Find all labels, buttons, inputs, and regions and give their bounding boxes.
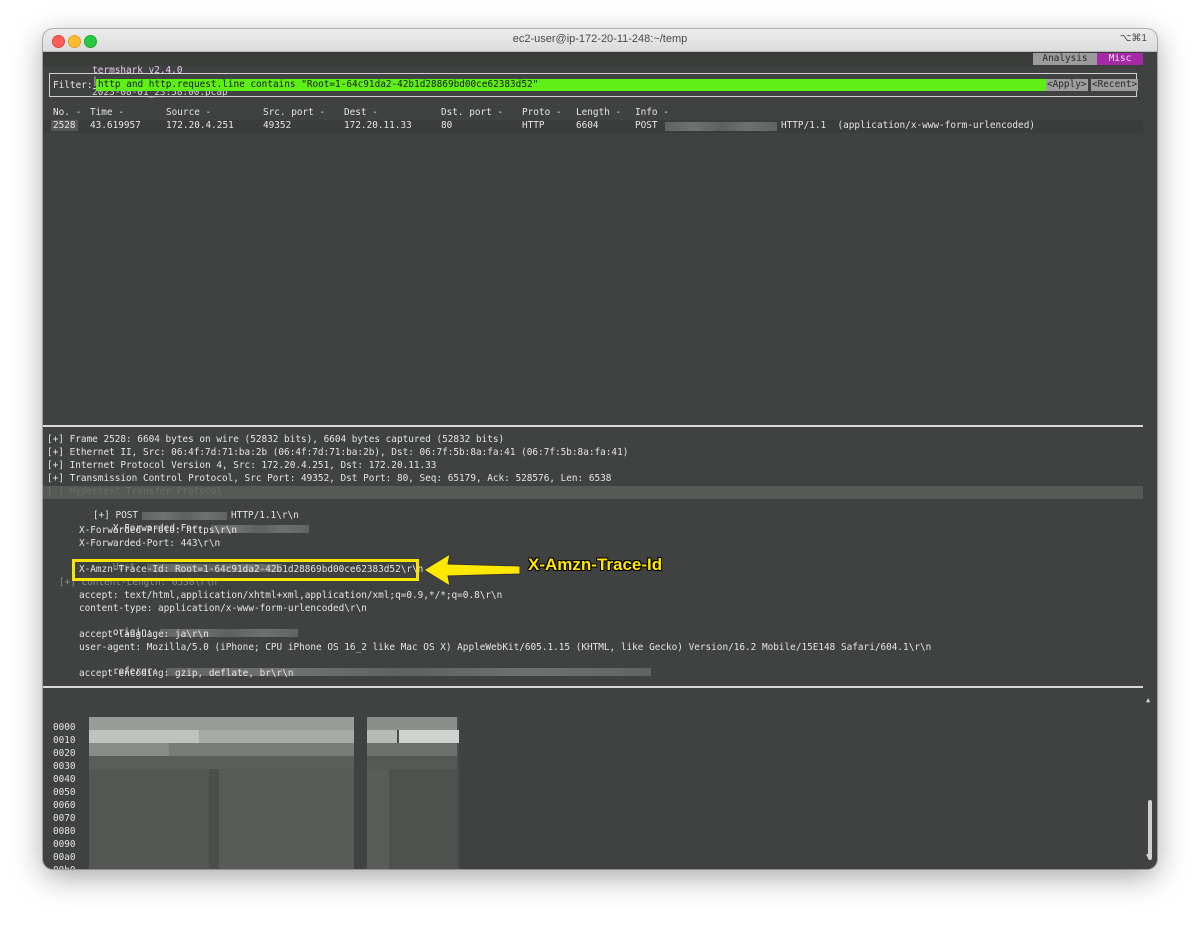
redacted-hex-dump — [89, 717, 459, 869]
detail-accept-language[interactable]: accept-language: ja\r\n — [79, 629, 209, 640]
hex-offset: 0090 — [53, 839, 76, 850]
scrollbar-thumb[interactable] — [1148, 800, 1152, 860]
hex-offsets: 0000 0010 0020 0030 0040 0050 0060 0070 … — [53, 721, 76, 869]
hex-offset: 0000 — [53, 722, 76, 733]
analysis-menu-button[interactable]: Analysis — [1033, 53, 1097, 65]
hex-offset: 0060 — [53, 800, 76, 811]
packet-info-method: POST — [635, 120, 658, 131]
filter-label: Filter: — [53, 80, 93, 91]
packet-row[interactable]: 2528 43.619957 172.20.4.251 49352 172.20… — [43, 120, 1143, 133]
pane-divider-top[interactable] — [43, 425, 1143, 427]
apply-filter-button[interactable]: <Apply> — [1046, 79, 1088, 91]
column-dst-port[interactable]: Dst. port - — [441, 107, 503, 118]
hex-offset: 0050 — [53, 787, 76, 798]
column-src-port[interactable]: Src. port - — [263, 107, 325, 118]
packet-source: 172.20.4.251 — [166, 120, 234, 131]
packet-dest: 172.20.11.33 — [344, 120, 412, 131]
column-dest[interactable]: Dest - — [344, 107, 378, 118]
hex-offset: 00a0 — [53, 852, 76, 863]
termshark-app: termshark v2.4.0 | 2023-08-01_23:58:00.p… — [43, 52, 1147, 869]
column-time[interactable]: Time - — [90, 107, 124, 118]
packet-info-rest: HTTP/1.1 (application/x-www-form-urlenco… — [781, 120, 1035, 131]
hex-offset: 0070 — [53, 813, 76, 824]
detail-tcp[interactable]: [+] Transmission Control Protocol, Src P… — [47, 473, 611, 484]
detail-accept-encoding[interactable]: accept-encoding: gzip, deflate, br\r\n — [79, 668, 293, 679]
hex-offset: 0010 — [53, 735, 76, 746]
redacted-url — [665, 122, 777, 131]
detail-user-agent[interactable]: user-agent: Mozilla/5.0 (iPhone; CPU iPh… — [79, 642, 931, 653]
window-title: ec2-user@ip-172-20-11-248:~/temp — [512, 33, 688, 45]
packet-length: 6604 — [576, 120, 599, 131]
window-shortcut: ⌥⌘1 — [1119, 33, 1147, 44]
terminal-scrollbar[interactable]: ▲ ▼ — [1143, 52, 1157, 869]
annotation-callout: X-Amzn-Trace-Id — [528, 555, 663, 574]
arrow-left-icon — [423, 552, 521, 588]
column-length[interactable]: Length - — [576, 107, 621, 118]
detail-accept[interactable]: accept: text/html,application/xhtml+xml,… — [79, 590, 502, 601]
detail-ethernet[interactable]: [+] Ethernet II, Src: 06:4f:7d:71:ba:2b … — [47, 447, 628, 458]
detail-content-type[interactable]: content-type: application/x-www-form-url… — [79, 603, 367, 614]
scroll-down-icon[interactable]: ▼ — [1146, 852, 1150, 860]
column-proto[interactable]: Proto - — [522, 107, 562, 118]
hex-offset: 0080 — [53, 826, 76, 837]
pane-divider-bottom[interactable] — [43, 686, 1143, 688]
misc-menu-button[interactable]: Misc — [1097, 53, 1143, 65]
detail-x-forwarded-port[interactable]: X-Forwarded-Port: 443\r\n — [79, 538, 220, 549]
hex-offset: 0030 — [53, 761, 76, 772]
detail-http-selected[interactable]: [-] Hypertext Transfer Protocol — [43, 486, 1147, 499]
packet-list-header: No. - Time - Source - Src. port - Dest -… — [43, 107, 1143, 120]
detail-x-forwarded-proto[interactable]: X-Forwarded-Proto: https\r\n — [79, 525, 237, 536]
packet-dst-port: 80 — [441, 120, 453, 131]
trace-id-highlight-box — [72, 559, 419, 581]
column-no[interactable]: No. - — [53, 107, 81, 118]
display-filter-input[interactable]: http and http.request.line contains "Roo… — [96, 79, 1048, 91]
filter-bar: Filter: http and http.request.line conta… — [49, 73, 1139, 97]
packet-proto: HTTP — [522, 120, 545, 131]
column-source[interactable]: Source - — [166, 107, 211, 118]
app-header: termshark v2.4.0 | 2023-08-01_23:58:00.p… — [43, 52, 1143, 98]
hex-offset: 00b0 — [53, 864, 76, 869]
hex-offset: 0040 — [53, 774, 76, 785]
terminal-window: ec2-user@ip-172-20-11-248:~/temp ⌥⌘1 ter… — [43, 29, 1157, 869]
detail-frame[interactable]: [+] Frame 2528: 6604 bytes on wire (5283… — [47, 434, 504, 445]
packet-src-port: 49352 — [263, 120, 292, 131]
column-info[interactable]: Info - — [635, 107, 669, 118]
title-bar: ec2-user@ip-172-20-11-248:~/temp ⌥⌘1 — [43, 29, 1157, 52]
packet-no: 2528 — [51, 120, 78, 131]
packet-time: 43.619957 — [90, 120, 141, 131]
scroll-up-icon[interactable]: ▲ — [1146, 696, 1150, 704]
recent-filters-button[interactable]: <Recent> — [1091, 79, 1139, 91]
hex-offset: 0020 — [53, 748, 76, 759]
detail-ip[interactable]: [+] Internet Protocol Version 4, Src: 17… — [47, 460, 436, 471]
